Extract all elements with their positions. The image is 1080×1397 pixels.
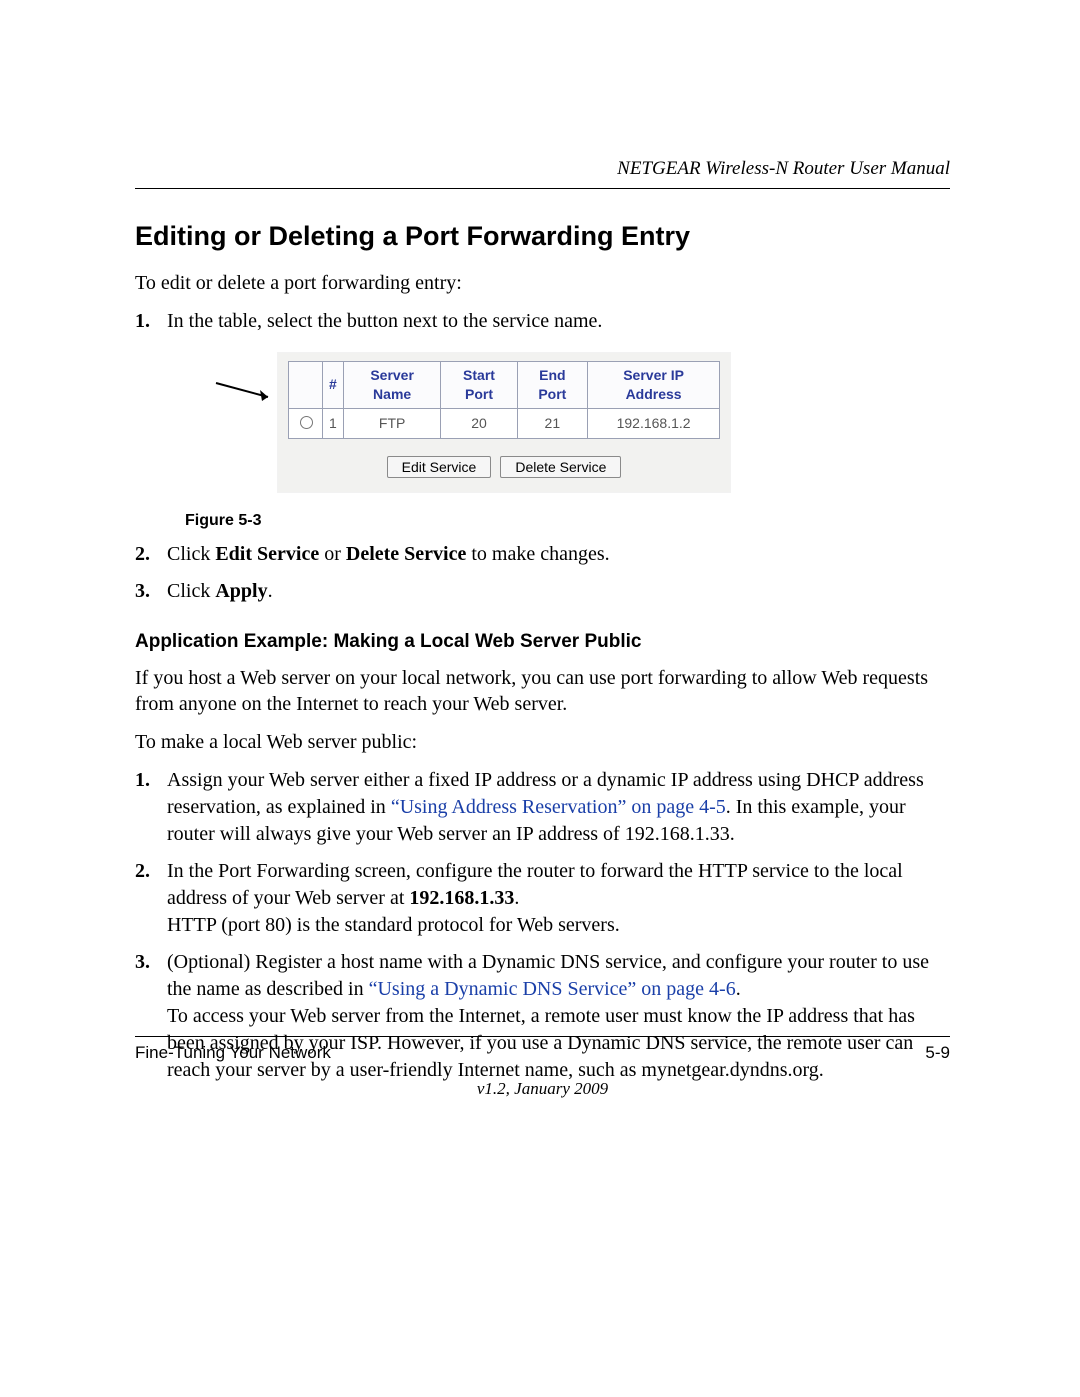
step-2-pre: Click: [167, 543, 215, 565]
cell-server-ip: 192.168.1.2: [588, 408, 720, 438]
step-2: Click Edit Service or Delete Service to …: [163, 541, 950, 568]
figure-frame: # Server Name Start Port End Port Server…: [278, 353, 730, 492]
step-3: Click Apply.: [163, 578, 950, 605]
header-rule: [135, 188, 950, 189]
step-3-post: .: [268, 580, 273, 602]
step-2-b2: Delete Service: [346, 543, 466, 565]
figure-5-3: # Server Name Start Port End Port Server…: [222, 353, 950, 492]
cell-end-port: 21: [517, 408, 588, 438]
step-2-b1: Edit Service: [215, 543, 319, 565]
port-forwarding-table: # Server Name Start Port End Port Server…: [288, 361, 720, 439]
th-num: #: [323, 362, 344, 409]
page-header: NETGEAR Wireless-N Router User Manual: [135, 158, 950, 188]
cell-start-port: 20: [441, 408, 517, 438]
delete-service-button[interactable]: Delete Service: [500, 456, 621, 478]
figure-caption: Figure 5-3: [185, 510, 950, 532]
step-2-mid: or: [319, 543, 346, 565]
sub-intro: If you host a Web server on your local n…: [135, 665, 950, 717]
table-row: 1 FTP 20 21 192.168.1.2: [289, 408, 720, 438]
cell-num: 1: [323, 408, 344, 438]
long-step-2: In the Port Forwarding screen, configure…: [163, 858, 950, 939]
ls3-t2: .: [736, 978, 741, 1000]
footer-version: v1.2, January 2009: [135, 1079, 950, 1099]
th-end-port: End Port: [517, 362, 588, 409]
section-heading: Editing or Deleting a Port Forwarding En…: [135, 221, 950, 252]
sub-heading: Application Example: Making a Local Web …: [135, 631, 950, 653]
th-server-ip: Server IP Address: [588, 362, 720, 409]
ls2-t2: .: [514, 887, 519, 909]
step-3-pre: Click: [167, 580, 215, 602]
ls2-t1: In the Port Forwarding screen, configure…: [167, 860, 903, 909]
pointer-arrow-icon: [214, 377, 284, 407]
footer-rule: [135, 1036, 950, 1037]
step-2-post: to make changes.: [466, 543, 609, 565]
cell-server-name: FTP: [343, 408, 441, 438]
step-1-text: In the table, select the button next to …: [167, 310, 602, 332]
step-1: In the table, select the button next to …: [163, 308, 950, 531]
th-start-port: Start Port: [441, 362, 517, 409]
link-dynamic-dns[interactable]: “Using a Dynamic DNS Service” on page 4-…: [369, 978, 736, 1000]
th-server-name: Server Name: [343, 362, 441, 409]
intro-text: To edit or delete a port forwarding entr…: [135, 270, 950, 296]
link-address-reservation[interactable]: “Using Address Reservation” on page 4-5: [391, 796, 726, 818]
ls2-t3: HTTP (port 80) is the standard protocol …: [167, 914, 620, 936]
long-step-1: Assign your Web server either a fixed IP…: [163, 767, 950, 848]
step-3-b1: Apply: [215, 580, 267, 602]
th-radio: [289, 362, 323, 409]
edit-service-button[interactable]: Edit Service: [387, 456, 492, 478]
row-select-radio[interactable]: [300, 416, 313, 429]
footer-page-number: 5-9: [925, 1043, 950, 1063]
sub-intro-2: To make a local Web server public:: [135, 729, 950, 755]
ls2-b1: 192.168.1.33: [409, 887, 514, 909]
footer-left: Fine-Tuning Your Network: [135, 1043, 331, 1063]
